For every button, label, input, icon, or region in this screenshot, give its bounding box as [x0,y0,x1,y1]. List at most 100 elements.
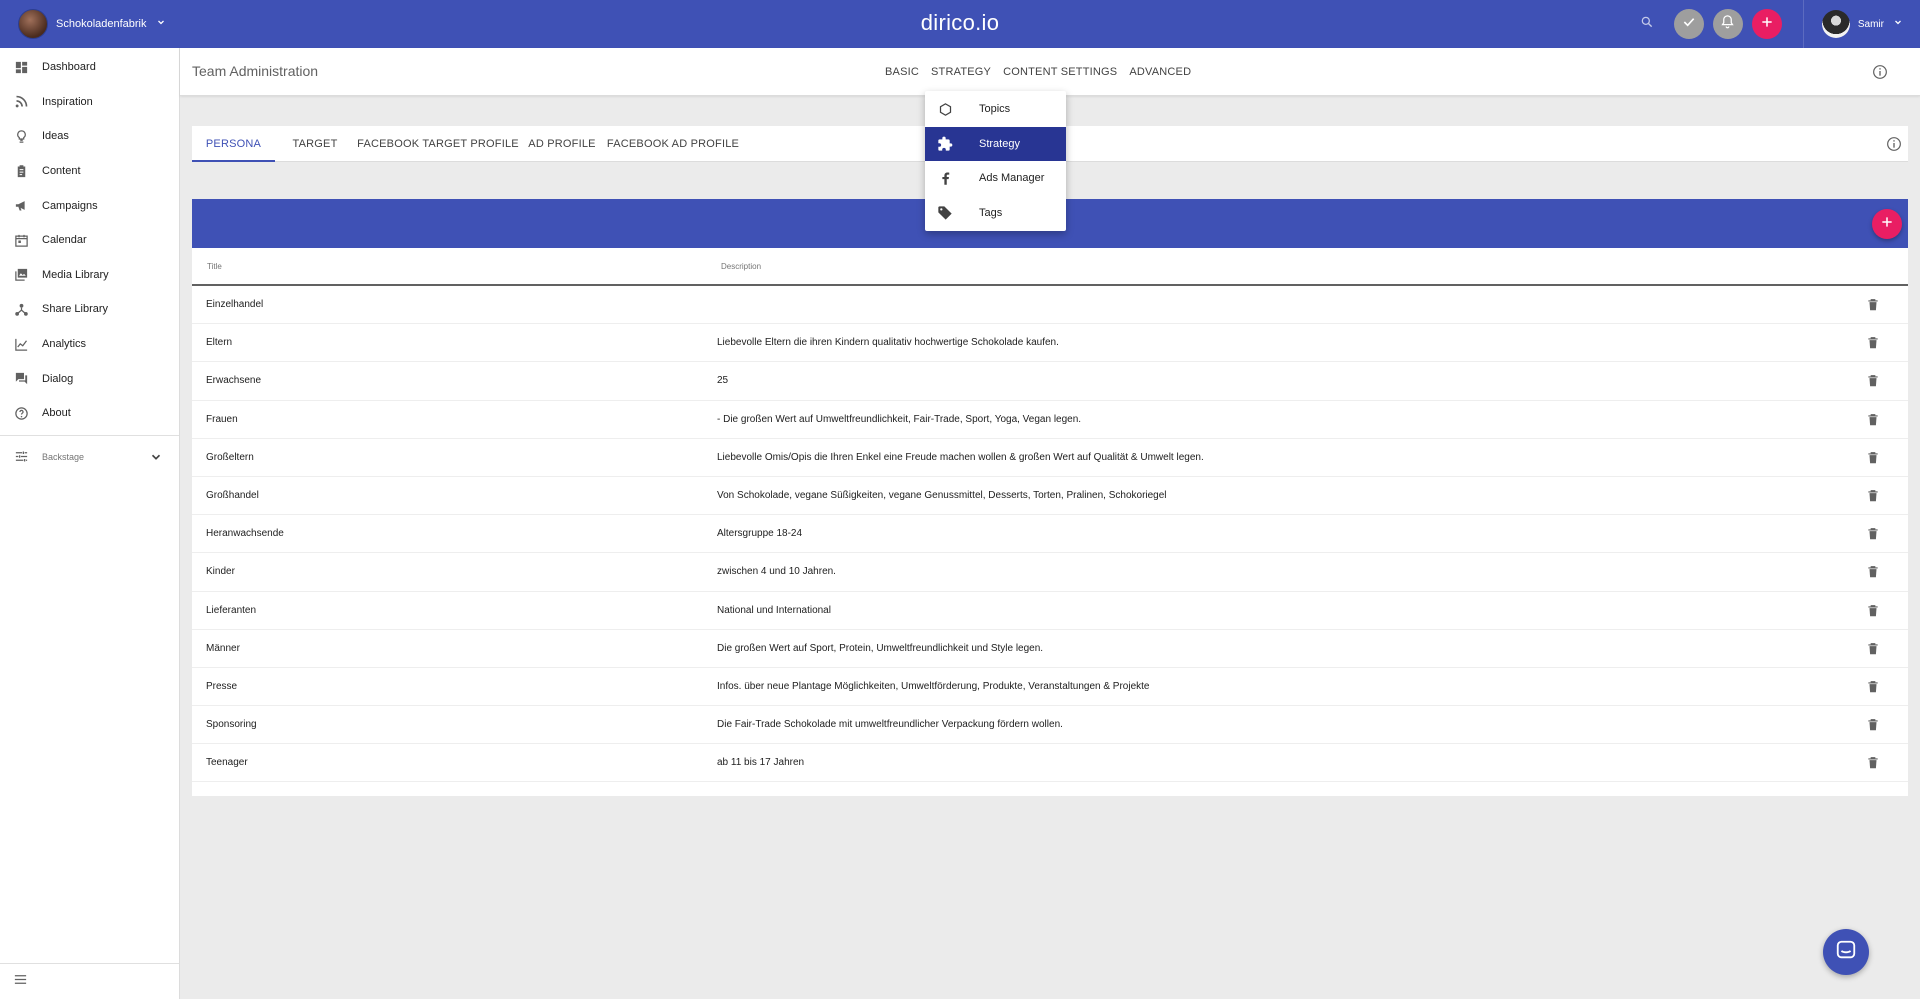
info-icon[interactable] [1872,64,1888,85]
add-persona-button[interactable] [1872,209,1902,239]
sidebar-item-label: Ideas [42,130,69,143]
menu-item-label: Ads Manager [979,172,1045,185]
cell-title: Sponsoring [206,719,257,731]
facebook-icon [937,170,953,186]
delete-icon[interactable] [1866,604,1880,618]
sidebar-item-label: Content [42,165,81,178]
tab-strategy[interactable]: STRATEGY [931,62,991,82]
rss-icon [13,94,29,110]
user-menu[interactable]: Samir [1821,10,1904,38]
cell-description: - Die großen Wert auf Umweltfreundlichke… [717,413,1082,425]
chart-line-icon [13,336,29,352]
column-header-description[interactable]: Description [721,262,761,271]
forum-icon [13,371,29,387]
sidebar-item-about[interactable]: About [0,396,179,431]
subtab-target[interactable]: TARGET [275,126,355,162]
sidebar-item-label: Share Library [42,303,109,316]
delete-icon[interactable] [1866,642,1880,656]
table-row[interactable]: Männer Die großen Wert auf Sport, Protein… [192,630,1908,668]
sidebar-item-analytics[interactable]: Analytics [0,327,179,362]
delete-icon[interactable] [1866,298,1880,312]
tasks-button[interactable] [1673,9,1704,39]
subtab-facebook-ad-profile[interactable]: FACEBOOK AD PROFILE [603,126,743,162]
delete-icon[interactable] [1866,565,1880,579]
brand-logo[interactable]: dirico.io [921,10,1000,36]
menu-item-strategy[interactable]: Strategy [925,126,1066,161]
cell-description: ab 11 bis 17 Jahren [717,757,805,769]
table-row[interactable]: Erwachsene 25 [192,362,1908,401]
sidebar-item-dialog[interactable]: Dialog [0,361,179,396]
sidebar-item-content[interactable]: Content [0,154,179,189]
delete-icon[interactable] [1866,718,1880,732]
subtab-ad-profile[interactable]: AD PROFILE [521,126,603,162]
search-button[interactable] [1632,9,1662,39]
menu-item-label: Topics [979,103,1011,116]
cell-title: Männer [206,642,240,654]
cell-title: Presse [206,680,238,692]
table-row[interactable]: Presse Infos. über neue Plantage Möglichk… [192,668,1908,707]
sidebar-item-calendar[interactable]: Calendar [0,223,179,258]
cell-title: Heranwachsende [206,528,284,540]
menu-item-ads-manager[interactable]: Ads Manager [925,161,1066,196]
table-row[interactable]: Kinder zwischen 4 und 10 Jahren. [192,553,1908,592]
tab-basic[interactable]: BASIC [885,62,919,82]
sidebar-collapse-button[interactable] [0,963,179,999]
cell-title: Erwachsene [206,375,262,387]
delete-icon[interactable] [1866,374,1880,388]
delete-icon[interactable] [1866,451,1880,465]
dashboard-icon [13,59,29,75]
workspace-switcher[interactable]: Schokoladenfabrik [18,9,167,39]
delete-icon[interactable] [1866,756,1880,770]
tag-icon [937,205,953,221]
persona-table: Title Description Einzelhandel Eltern Lieb… [192,199,1908,796]
cell-description: National und International [717,604,831,616]
chevron-down-icon [155,15,167,33]
menu-item-topics[interactable]: Topics [925,92,1066,127]
sidebar-item-dashboard[interactable]: Dashboard [0,50,179,85]
subtab-persona[interactable]: PERSONA [192,126,275,162]
sidebar-item-inspiration[interactable]: Inspiration [0,85,179,120]
delete-icon[interactable] [1866,527,1880,541]
sidebar-item-label: Calendar [42,234,87,247]
sidebar-item-label: About [42,407,71,420]
subtab-facebook-target-profile[interactable]: FACEBOOK TARGET PROFILE [355,126,521,162]
delete-icon[interactable] [1866,336,1880,350]
table-row[interactable]: Frauen - Die großen Wert auf Umweltfreund… [192,401,1908,439]
create-button[interactable] [1751,9,1782,39]
workspace-avatar [18,9,48,39]
delete-icon[interactable] [1866,680,1880,694]
share-icon [13,301,29,317]
table-row[interactable]: Eltern Liebevolle Eltern die ihren Kinder… [192,324,1908,363]
table-row[interactable]: Lieferanten National und International [192,592,1908,630]
column-header-title[interactable]: Title [207,262,222,271]
menu-item-tags[interactable]: Tags [925,196,1066,231]
menu-icon [13,972,28,992]
table-row[interactable]: Heranwachsende Altersgruppe 18-24 [192,515,1908,554]
page-header: Team Administration BASIC STRATEGY CONTE… [180,48,1920,96]
sidebar-item-share-library[interactable]: Share Library [0,292,179,327]
table-row[interactable]: Einzelhandel [192,286,1908,325]
sidebar-item-campaigns[interactable]: Campaigns [0,188,179,223]
notifications-button[interactable] [1712,9,1743,39]
table-row[interactable]: Sponsoring Die Fair-Trade Schokolade mit … [192,706,1908,745]
sidebar-item-backstage[interactable]: Backstage [0,440,179,474]
tab-content-settings[interactable]: CONTENT SETTINGS [1003,62,1117,82]
sidebar-item-label: Dashboard [42,61,96,74]
delete-icon[interactable] [1866,413,1880,427]
chat-support-button[interactable] [1823,929,1869,975]
info-icon[interactable] [1886,136,1902,157]
sidebar-item-media-library[interactable]: Media Library [0,258,179,293]
menu-item-label: Strategy [979,137,1020,150]
delete-icon[interactable] [1866,489,1880,503]
megaphone-icon [13,198,29,214]
table-row[interactable]: Teenager ab 11 bis 17 Jahren [192,744,1908,783]
sidebar-item-label: Dialog [42,372,74,385]
tab-advanced[interactable]: ADVANCED [1129,62,1191,82]
table-row[interactable]: Großeltern Liebevolle Omis/Opis die Ihren… [192,439,1908,477]
menu-item-label: Tags [979,206,1003,219]
sidebar-item-ideas[interactable]: Ideas [0,119,179,154]
sidebar-item-label: Campaigns [42,199,98,212]
user-name: Samir [1857,18,1884,30]
check-icon [1681,14,1697,35]
table-row[interactable]: Großhandel Von Schokolade, vegane Süßigke… [192,477,1908,516]
